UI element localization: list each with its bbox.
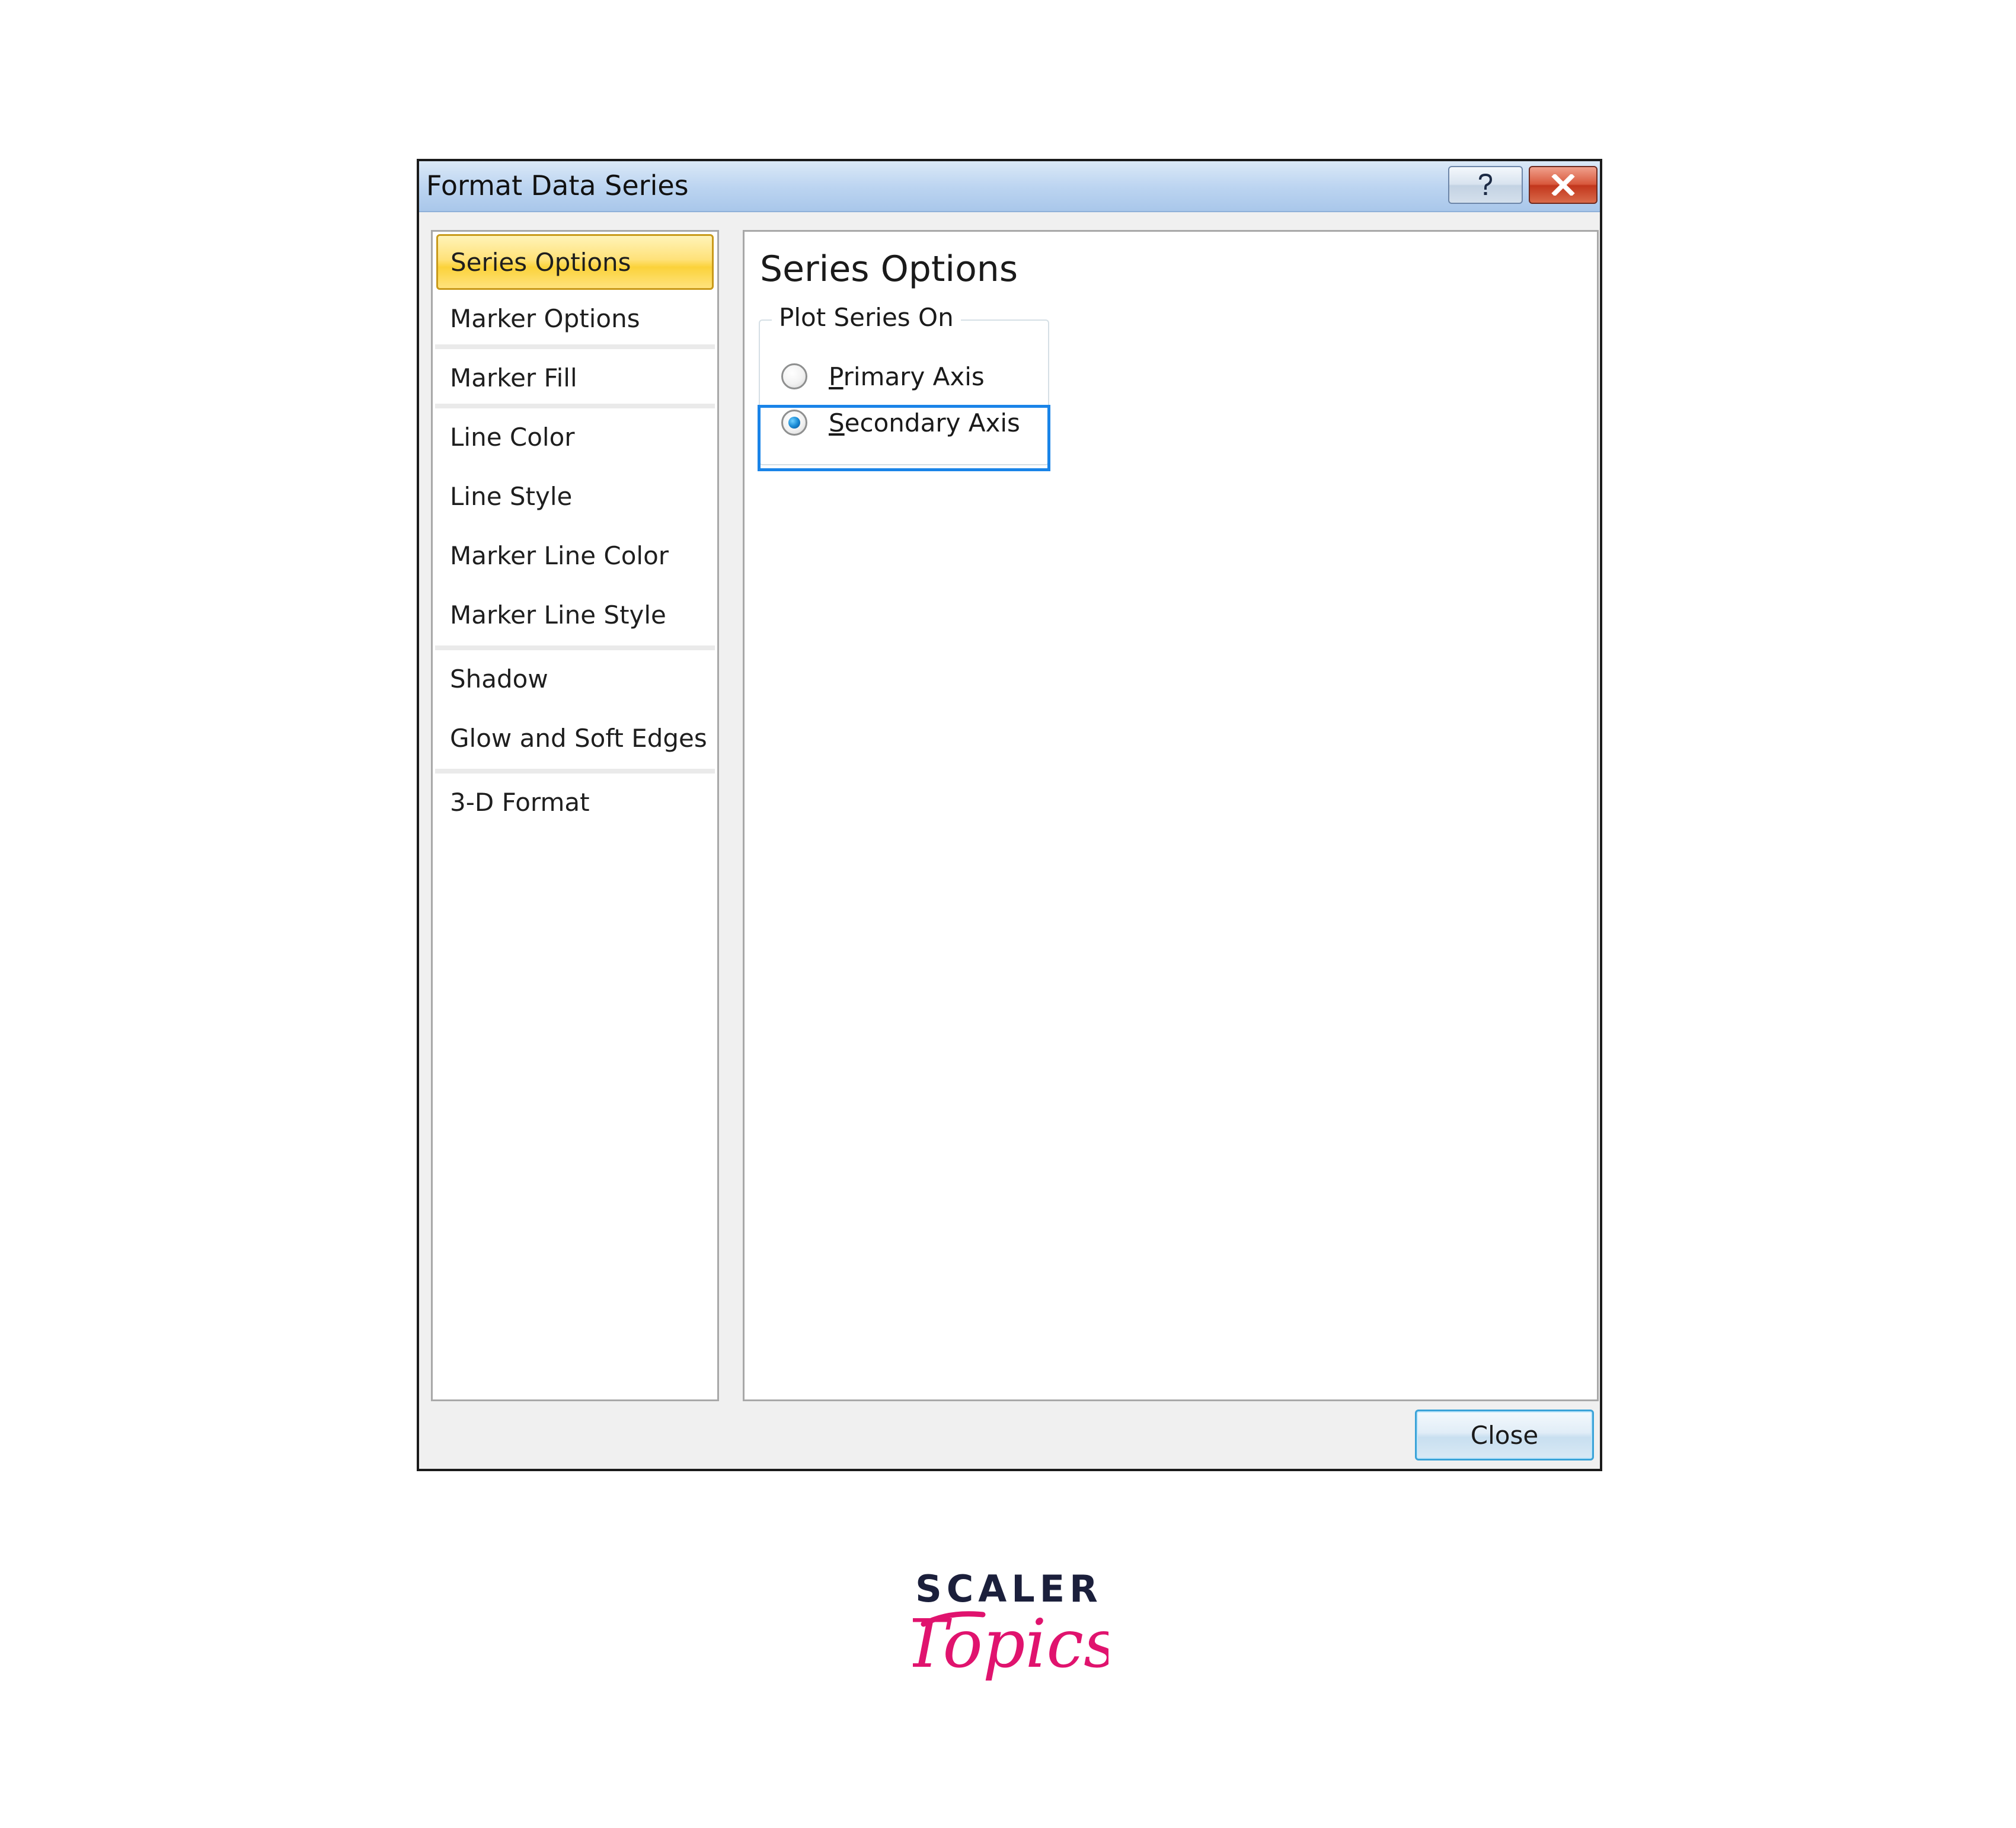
selection-highlight-box <box>758 405 1050 471</box>
nav-item-line-style[interactable]: Line Style <box>435 469 715 528</box>
nav-separator <box>435 344 715 349</box>
nav-separator <box>435 404 715 408</box>
nav-item-label: Marker Options <box>450 304 640 333</box>
nav-item-label: 3-D Format <box>450 788 590 817</box>
primary-axis-label[interactable]: Primary Axis <box>829 362 985 391</box>
close-window-button[interactable] <box>1529 166 1598 204</box>
format-data-series-dialog: Format Data Series Series Options Marker… <box>417 159 1602 1471</box>
nav-separator <box>435 769 715 774</box>
dialog-title: Format Data Series <box>426 170 689 202</box>
nav-item-label: Line Style <box>450 482 573 511</box>
nav-separator <box>435 645 715 650</box>
primary-axis-option[interactable]: Primary Axis <box>781 359 985 394</box>
nav-item-label: Marker Line Style <box>450 600 666 629</box>
title-bar[interactable]: Format Data Series <box>419 161 1600 212</box>
nav-item-label: Glow and Soft Edges <box>450 724 707 753</box>
section-heading: Series Options <box>760 248 1018 290</box>
nav-item-label: Marker Fill <box>450 363 577 392</box>
help-button[interactable] <box>1448 166 1523 204</box>
category-nav-panel: Series Options Marker Options Marker Fil… <box>431 230 719 1401</box>
nav-item-line-color[interactable]: Line Color <box>435 410 715 469</box>
nav-item-shadow[interactable]: Shadow <box>435 651 715 711</box>
nav-item-marker-fill[interactable]: Marker Fill <box>435 350 715 410</box>
nav-item-3d-format[interactable]: 3-D Format <box>435 775 715 834</box>
scaler-topics-logo: SCALER Topics <box>913 1567 1108 1683</box>
close-x-icon <box>1551 174 1575 196</box>
nav-item-label: Series Options <box>451 248 631 277</box>
nav-item-marker-options[interactable]: Marker Options <box>435 291 715 350</box>
nav-item-label: Line Color <box>450 423 575 452</box>
mnemonic-letter: P <box>829 362 844 391</box>
close-button[interactable]: Close <box>1415 1410 1594 1461</box>
logo-scaler-text: SCALER <box>915 1567 1103 1610</box>
nav-item-label: Marker Line Color <box>450 541 669 570</box>
nav-item-glow-and-soft-edges[interactable]: Glow and Soft Edges <box>435 711 715 770</box>
group-legend: Plot Series On <box>772 303 961 332</box>
question-icon <box>1479 173 1493 195</box>
nav-item-series-options[interactable]: Series Options <box>436 234 714 290</box>
nav-item-label: Shadow <box>450 664 548 694</box>
label-text: rimary Axis <box>843 362 985 391</box>
nav-item-marker-line-style[interactable]: Marker Line Style <box>435 587 715 647</box>
primary-axis-radio[interactable] <box>781 363 807 389</box>
options-content-panel: Series Options Plot Series On Primary Ax… <box>743 230 1599 1401</box>
nav-item-marker-line-color[interactable]: Marker Line Color <box>435 528 715 587</box>
